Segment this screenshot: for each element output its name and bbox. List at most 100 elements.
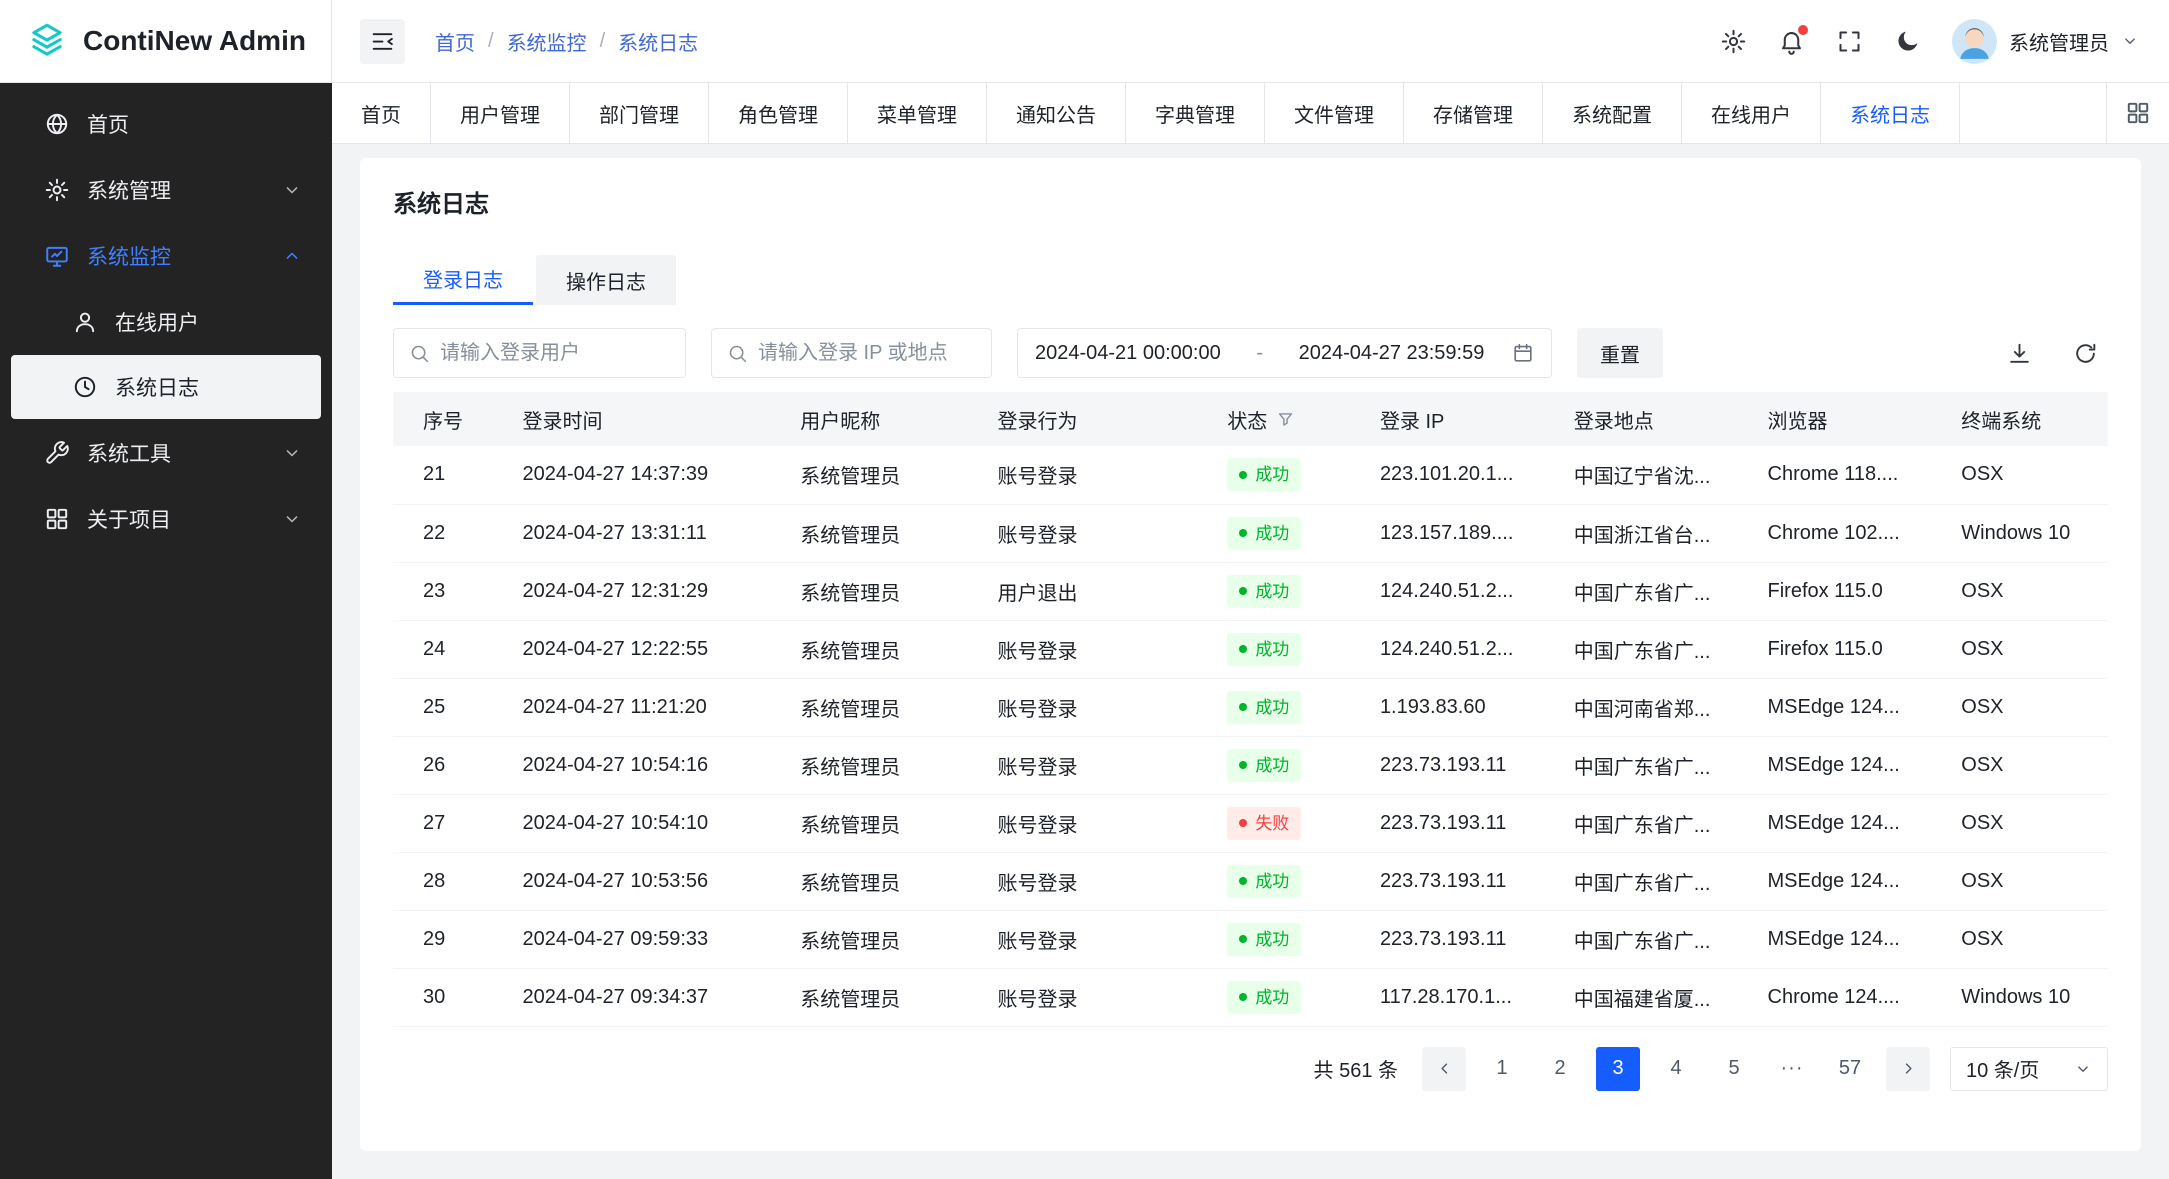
table-row-6[interactable]: 272024-04-27 10:54:10系统管理员账号登录失败223.73.1… <box>393 794 2108 852</box>
pagination-page-4[interactable]: 4 <box>1654 1047 1698 1091</box>
column-header-ip: 登录 IP <box>1350 392 1544 446</box>
cell-status: 成功 <box>1197 678 1350 736</box>
nav-tab-label: 字典管理 <box>1155 99 1235 128</box>
chevron-down-icon <box>2074 1060 2092 1078</box>
pagination-page-1[interactable]: 1 <box>1480 1047 1524 1091</box>
sidebar-item-1[interactable]: 系统管理 <box>0 157 332 223</box>
table-row-0[interactable]: 212024-04-27 14:37:39系统管理员账号登录成功223.101.… <box>393 446 2108 504</box>
table-row-8[interactable]: 292024-04-27 09:59:33系统管理员账号登录成功223.73.1… <box>393 910 2108 968</box>
login-user-input[interactable] <box>440 342 670 365</box>
reset-button[interactable]: 重置 <box>1577 328 1663 378</box>
cell-ip: 223.101.20.1... <box>1350 446 1544 504</box>
table-row-2[interactable]: 232024-04-27 12:31:29系统管理员用户退出成功124.240.… <box>393 562 2108 620</box>
sidebar-item-3[interactable]: 系统工具 <box>0 420 332 486</box>
cell-os: OSX <box>1931 446 2108 504</box>
pagination-page-57[interactable]: 57 <box>1828 1047 1872 1091</box>
cell-status: 成功 <box>1197 968 1350 1026</box>
breadcrumb-item-monitor[interactable]: 系统监控 <box>507 27 587 56</box>
user-menu[interactable]: 系统管理员 <box>1952 19 2139 64</box>
user-icon <box>72 309 98 335</box>
cell-browser: MSEdge 124... <box>1738 736 1932 794</box>
status-dot <box>1239 993 1247 1001</box>
sidebar-subitem-2-0[interactable]: 在线用户 <box>0 290 332 354</box>
nav-tab-7[interactable]: 文件管理 <box>1265 83 1404 143</box>
nav-tab-2[interactable]: 部门管理 <box>570 83 709 143</box>
table-row-3[interactable]: 242024-04-27 12:22:55系统管理员账号登录成功124.240.… <box>393 620 2108 678</box>
date-range-picker[interactable]: 2024-04-21 00:00:00 - 2024-04-27 23:59:5… <box>1017 328 1552 378</box>
sidebar-subitem-2-1[interactable]: 系统日志 <box>11 355 321 419</box>
cell-os: OSX <box>1931 794 2108 852</box>
filter-icon[interactable] <box>1276 410 1295 429</box>
app-root: ContiNew Admin 首页系统管理系统监控在线用户系统日志系统工具关于项… <box>0 0 2169 1179</box>
tab-operation-log[interactable]: 操作日志 <box>536 255 676 305</box>
user-name: 系统管理员 <box>2009 27 2109 56</box>
status-dot <box>1239 761 1247 769</box>
tab-login-log-label: 登录日志 <box>423 264 503 293</box>
cell-nick: 系统管理员 <box>770 736 967 794</box>
table-row-1[interactable]: 222024-04-27 13:31:11系统管理员账号登录成功123.157.… <box>393 504 2108 562</box>
pagination-more[interactable]: ··· <box>1770 1047 1814 1091</box>
nav-tab-label: 部门管理 <box>599 99 679 128</box>
app-logo[interactable]: ContiNew Admin <box>0 0 332 83</box>
cell-action: 账号登录 <box>968 736 1198 794</box>
main-column: 首页 / 系统监控 / 系统日志 <box>332 0 2169 1179</box>
app-logo-icon <box>26 20 68 62</box>
notifications-button[interactable] <box>1778 28 1805 55</box>
nav-tab-label: 菜单管理 <box>877 99 957 128</box>
chevron-down-icon <box>282 180 302 200</box>
sidebar-collapse-button[interactable] <box>360 19 405 64</box>
nav-tab-6[interactable]: 字典管理 <box>1126 83 1265 143</box>
breadcrumb: 首页 / 系统监控 / 系统日志 <box>435 27 698 56</box>
nav-tab-5[interactable]: 通知公告 <box>987 83 1126 143</box>
status-badge: 成功 <box>1227 749 1301 782</box>
nav-tab-1[interactable]: 用户管理 <box>431 83 570 143</box>
date-end-value: 2024-04-27 23:59:59 <box>1299 342 1485 365</box>
pagination-next-button[interactable] <box>1886 1047 1930 1091</box>
nav-tab-3[interactable]: 角色管理 <box>709 83 848 143</box>
nav-tab-4[interactable]: 菜单管理 <box>848 83 987 143</box>
dark-mode-toggle[interactable] <box>1894 28 1921 55</box>
pagination-page-3[interactable]: 3 <box>1596 1047 1640 1091</box>
app-title: ContiNew Admin <box>83 25 306 57</box>
fullscreen-button[interactable] <box>1836 28 1863 55</box>
page-size-select[interactable]: 10 条/页 <box>1950 1047 2108 1091</box>
refresh-button[interactable] <box>2062 330 2108 376</box>
sidebar-item-2[interactable]: 系统监控 <box>0 223 332 289</box>
breadcrumb-item-home[interactable]: 首页 <box>435 27 475 56</box>
nav-tab-11[interactable]: 系统日志 <box>1821 83 1960 143</box>
pagination-prev-button[interactable] <box>1422 1047 1466 1091</box>
sidebar-subitem-label: 系统日志 <box>115 372 199 402</box>
cell-status: 成功 <box>1197 910 1350 968</box>
nav-tab-9[interactable]: 系统配置 <box>1543 83 1682 143</box>
cell-no: 28 <box>393 852 492 910</box>
nav-tab-10[interactable]: 在线用户 <box>1682 83 1821 143</box>
table-row-5[interactable]: 262024-04-27 10:54:16系统管理员账号登录成功223.73.1… <box>393 736 2108 794</box>
tab-actions-button[interactable] <box>2106 83 2169 143</box>
sidebar-item-label: 系统管理 <box>87 175 171 205</box>
pagination-page-2[interactable]: 2 <box>1538 1047 1582 1091</box>
chevron-right-icon <box>1899 1059 1918 1078</box>
chevron-down-icon <box>2121 32 2139 50</box>
chevron-up-icon <box>282 246 302 266</box>
login-ip-input[interactable] <box>758 342 976 365</box>
export-button[interactable] <box>1996 330 2042 376</box>
sidebar-item-4[interactable]: 关于项目 <box>0 486 332 552</box>
table-row-9[interactable]: 302024-04-27 09:34:37系统管理员账号登录成功117.28.1… <box>393 968 2108 1026</box>
cell-location: 中国河南省郑... <box>1544 678 1738 736</box>
gear-icon <box>44 177 70 203</box>
pagination-page-5[interactable]: 5 <box>1712 1047 1756 1091</box>
settings-button[interactable] <box>1720 28 1747 55</box>
table-row-7[interactable]: 282024-04-27 10:53:56系统管理员账号登录成功223.73.1… <box>393 852 2108 910</box>
cell-time: 2024-04-27 10:54:16 <box>492 736 770 794</box>
tab-login-log[interactable]: 登录日志 <box>393 255 533 305</box>
table-row-4[interactable]: 252024-04-27 11:21:20系统管理员账号登录成功1.193.83… <box>393 678 2108 736</box>
cell-browser: Firefox 115.0 <box>1738 562 1932 620</box>
nav-tab-0[interactable]: 首页 <box>332 83 431 143</box>
nav-tab-label: 存储管理 <box>1433 99 1513 128</box>
cell-status: 成功 <box>1197 736 1350 794</box>
sidebar-item-0[interactable]: 首页 <box>0 91 332 157</box>
nav-tab-8[interactable]: 存储管理 <box>1404 83 1543 143</box>
chevron-down-icon <box>282 443 302 463</box>
table-body: 212024-04-27 14:37:39系统管理员账号登录成功223.101.… <box>393 446 2108 1026</box>
tool-icon <box>44 440 70 466</box>
